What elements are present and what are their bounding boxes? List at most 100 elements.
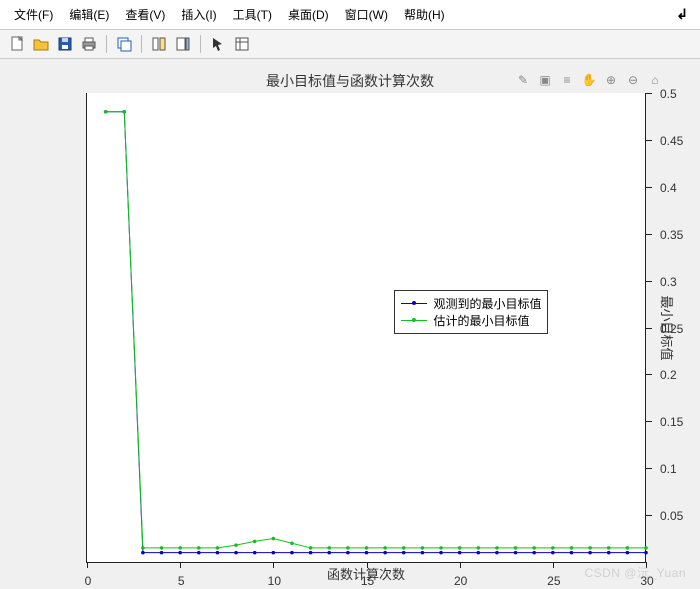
y-tick: 0.3 [646, 281, 652, 282]
pan-icon[interactable]: ✋ [580, 71, 598, 89]
y-tick-label: 0.5 [652, 87, 677, 101]
series-marker [365, 551, 369, 555]
figure-tools: ✎ ▣ ≡ ✋ ⊕ ⊖ ⌂ [514, 71, 664, 89]
y-tick: 0.4 [646, 187, 652, 188]
series-marker [160, 551, 164, 555]
series-marker [383, 546, 387, 550]
link-axes-icon[interactable] [148, 33, 170, 55]
series-marker [216, 551, 220, 555]
series-marker [272, 551, 276, 555]
series-marker [197, 546, 201, 550]
series-marker [421, 551, 425, 555]
y-tick: 0.1 [646, 468, 652, 469]
series-marker [626, 546, 630, 550]
series-marker [588, 551, 592, 555]
menu-view[interactable]: 查看(V) [117, 3, 173, 26]
chart-lines [87, 93, 646, 562]
toolbar-separator [141, 35, 142, 53]
series-marker [104, 110, 108, 114]
annotate-icon[interactable] [231, 33, 253, 55]
toolbar [0, 30, 700, 59]
series-marker [141, 546, 145, 550]
menu-edit[interactable]: 编辑(E) [61, 3, 117, 26]
menu-file[interactable]: 文件(F) [6, 3, 61, 26]
series-marker [607, 546, 611, 550]
series-marker [402, 546, 406, 550]
series-line [106, 112, 646, 548]
print-icon[interactable] [78, 33, 100, 55]
highlight-icon[interactable]: ▣ [536, 71, 554, 89]
menu-help[interactable]: 帮助(H) [396, 3, 453, 26]
series-marker [327, 546, 331, 550]
y-tick-label: 0.2 [652, 368, 677, 382]
zoom-in-icon[interactable]: ⊕ [602, 71, 620, 89]
brush-icon[interactable]: ✎ [514, 71, 532, 89]
y-tick: 0.35 [646, 234, 652, 235]
series-line [106, 112, 646, 553]
series-marker [644, 551, 648, 555]
series-marker [570, 546, 574, 550]
new-file-icon[interactable] [6, 33, 28, 55]
series-marker [383, 551, 387, 555]
series-marker [309, 546, 313, 550]
series-marker [514, 546, 518, 550]
series-marker [551, 551, 555, 555]
series-marker [532, 546, 536, 550]
y-tick: 0.5 [646, 93, 652, 94]
y-tick: 0.15 [646, 421, 652, 422]
y-tick-label: 0.25 [652, 322, 683, 336]
y-tick-label: 0.05 [652, 509, 683, 523]
series-marker [346, 546, 350, 550]
y-tick-label: 0.35 [652, 228, 683, 242]
insert-colorbar-icon[interactable] [172, 33, 194, 55]
series-marker [588, 546, 592, 550]
series-marker [178, 551, 182, 555]
chart-legend[interactable]: 观测到的最小目标值 估计的最小目标值 [394, 290, 548, 334]
series-marker [197, 551, 201, 555]
series-marker [234, 543, 238, 547]
open-folder-icon[interactable] [30, 33, 52, 55]
series-marker [178, 546, 182, 550]
menu-insert[interactable]: 插入(I) [173, 3, 224, 26]
series-marker [272, 537, 276, 541]
series-marker [160, 546, 164, 550]
legend-label: 估计的最小目标值 [433, 312, 529, 329]
series-marker [495, 546, 499, 550]
series-marker [439, 546, 443, 550]
series-marker [309, 551, 313, 555]
chart-axes[interactable]: 观测到的最小目标值 估计的最小目标值 最小目标值 0.050.10.150.20… [86, 93, 646, 563]
data-cursor-icon[interactable]: ≡ [558, 71, 576, 89]
y-tick-label: 0.15 [652, 415, 683, 429]
y-tick: 0.45 [646, 140, 652, 141]
duplicate-figure-icon[interactable] [113, 33, 135, 55]
watermark: CSDN @沅_Yuan [584, 564, 686, 581]
y-tick-label: 0.3 [652, 275, 677, 289]
series-marker [253, 540, 257, 544]
series-marker [458, 551, 462, 555]
menubar: 文件(F) 编辑(E) 查看(V) 插入(I) 工具(T) 桌面(D) 窗口(W… [0, 0, 700, 30]
series-marker [477, 551, 481, 555]
series-marker [216, 546, 220, 550]
save-icon[interactable] [54, 33, 76, 55]
series-marker [495, 551, 499, 555]
zoom-out-icon[interactable]: ⊖ [624, 71, 642, 89]
series-marker [458, 546, 462, 550]
series-marker [365, 546, 369, 550]
series-marker [122, 110, 126, 114]
toolbar-separator [106, 35, 107, 53]
series-marker [346, 551, 350, 555]
y-tick: 0.2 [646, 374, 652, 375]
series-marker [290, 541, 294, 545]
series-marker [439, 551, 443, 555]
series-marker [477, 546, 481, 550]
menu-desktop[interactable]: 桌面(D) [280, 3, 337, 26]
window-dropdown-icon[interactable]: ↲ [670, 6, 694, 23]
pointer-icon[interactable] [207, 33, 229, 55]
y-tick-label: 0.4 [652, 181, 677, 195]
series-marker [514, 551, 518, 555]
toolbar-separator [200, 35, 201, 53]
menu-tools[interactable]: 工具(T) [225, 3, 280, 26]
menu-window[interactable]: 窗口(W) [337, 3, 396, 26]
series-marker [253, 551, 257, 555]
y-tick: 0.05 [646, 515, 652, 516]
